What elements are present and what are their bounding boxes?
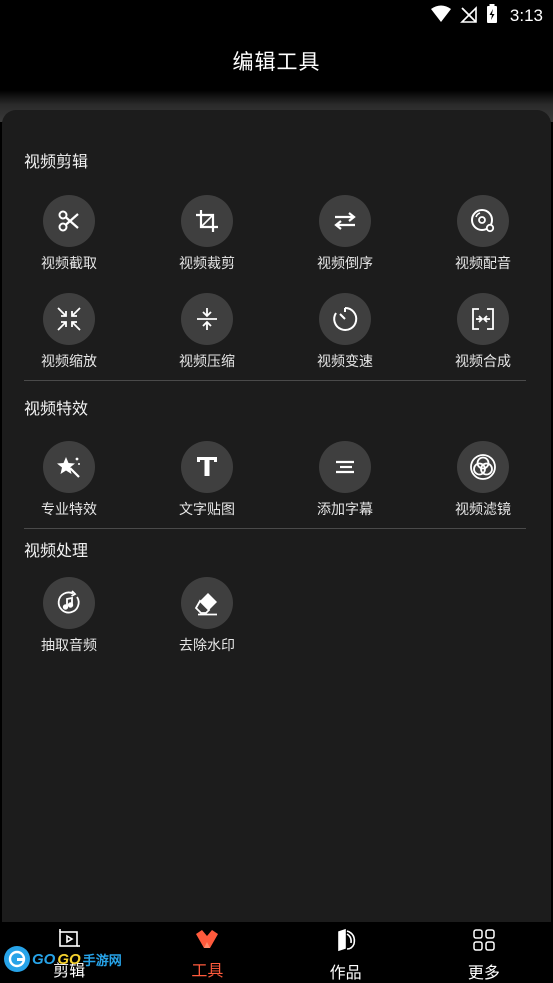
nav-item-tools[interactable]: 工具 [138,922,276,983]
tool-video-filter[interactable]: 视频滤镜 [428,441,538,519]
watermark-text-b: GO [57,950,81,968]
tool-label: 抽取音频 [41,637,97,653]
tool-label: 文字贴图 [179,501,235,517]
nav-label: 作品 [329,965,362,982]
nav-item-more[interactable]: 更多 [415,922,553,983]
tool-label: 视频截取 [41,255,97,271]
no-signal-icon [459,5,478,28]
tool-video-trim[interactable]: 视频截取 [14,195,124,273]
merge-icon [457,293,509,345]
more-grid-icon [472,928,496,957]
timer-icon [319,293,371,345]
tool-label: 视频滤镜 [455,501,511,517]
filter-circles-icon [457,441,509,493]
status-icons: 3:13 [430,3,543,29]
magic-wand-icon [43,441,95,493]
nav-label: 更多 [467,965,500,982]
tool-label: 视频配音 [455,255,511,271]
tool-extract-audio[interactable]: 抽取音频 [14,577,124,655]
tool-video-scale[interactable]: 视频缩放 [14,293,124,371]
tool-label: 视频缩放 [41,353,97,369]
tool-label: 视频变速 [317,353,373,369]
section-title-effects: 视频特效 [24,401,89,418]
tool-video-merge[interactable]: 视频合成 [428,293,538,371]
tool-pro-effects[interactable]: 专业特效 [14,441,124,519]
tools-icon [194,928,220,955]
battery-charging-icon [486,3,498,29]
eraser-icon [181,577,233,629]
section-divider [24,380,526,381]
tool-add-subtitles[interactable]: 添加字幕 [290,441,400,519]
watermark-suffix: 手游网 [82,952,122,968]
scissors-icon [43,195,95,247]
tool-label: 视频压缩 [179,353,235,369]
tool-text-sticker[interactable]: 文字贴图 [152,441,262,519]
tool-label: 视频合成 [455,353,511,369]
status-time: 3:13 [509,6,543,25]
tool-video-compress[interactable]: 视频压缩 [152,293,262,371]
swap-arrows-icon [319,195,371,247]
tool-video-speed[interactable]: 视频变速 [290,293,400,371]
text-t-icon [181,441,233,493]
shrink-arrows-icon [43,293,95,345]
dubbing-disc-icon [457,195,509,247]
page-title: 编辑工具 [232,51,321,74]
extract-audio-icon [43,577,95,629]
watermark-logo: GO GO 手游网 [4,946,122,972]
tool-label: 添加字幕 [317,501,373,517]
nav-item-works[interactable]: 作品 [277,922,415,983]
watermark-text-a: GO [32,950,56,968]
subtitle-lines-icon [319,441,371,493]
tool-video-dubbing[interactable]: 视频配音 [428,195,538,273]
tool-label: 去除水印 [179,637,235,653]
status-bar: 3:13 [0,0,553,32]
works-icon [334,928,358,957]
app-header: 编辑工具 [0,32,553,90]
crop-icon [181,195,233,247]
tool-video-crop[interactable]: 视频裁剪 [152,195,262,273]
section-title-editing: 视频剪辑 [24,154,89,171]
watermark-badge-icon [4,946,30,972]
wifi-icon [430,5,452,28]
tool-remove-watermark[interactable]: 去除水印 [152,577,262,655]
tool-label: 视频裁剪 [179,255,235,271]
tool-video-reverse[interactable]: 视频倒序 [290,195,400,273]
compress-icon [181,293,233,345]
tool-label: 专业特效 [41,501,97,517]
section-divider [24,528,526,529]
nav-label: 工具 [191,963,224,980]
tool-label: 视频倒序 [317,255,373,271]
section-title-processing: 视频处理 [24,543,89,560]
